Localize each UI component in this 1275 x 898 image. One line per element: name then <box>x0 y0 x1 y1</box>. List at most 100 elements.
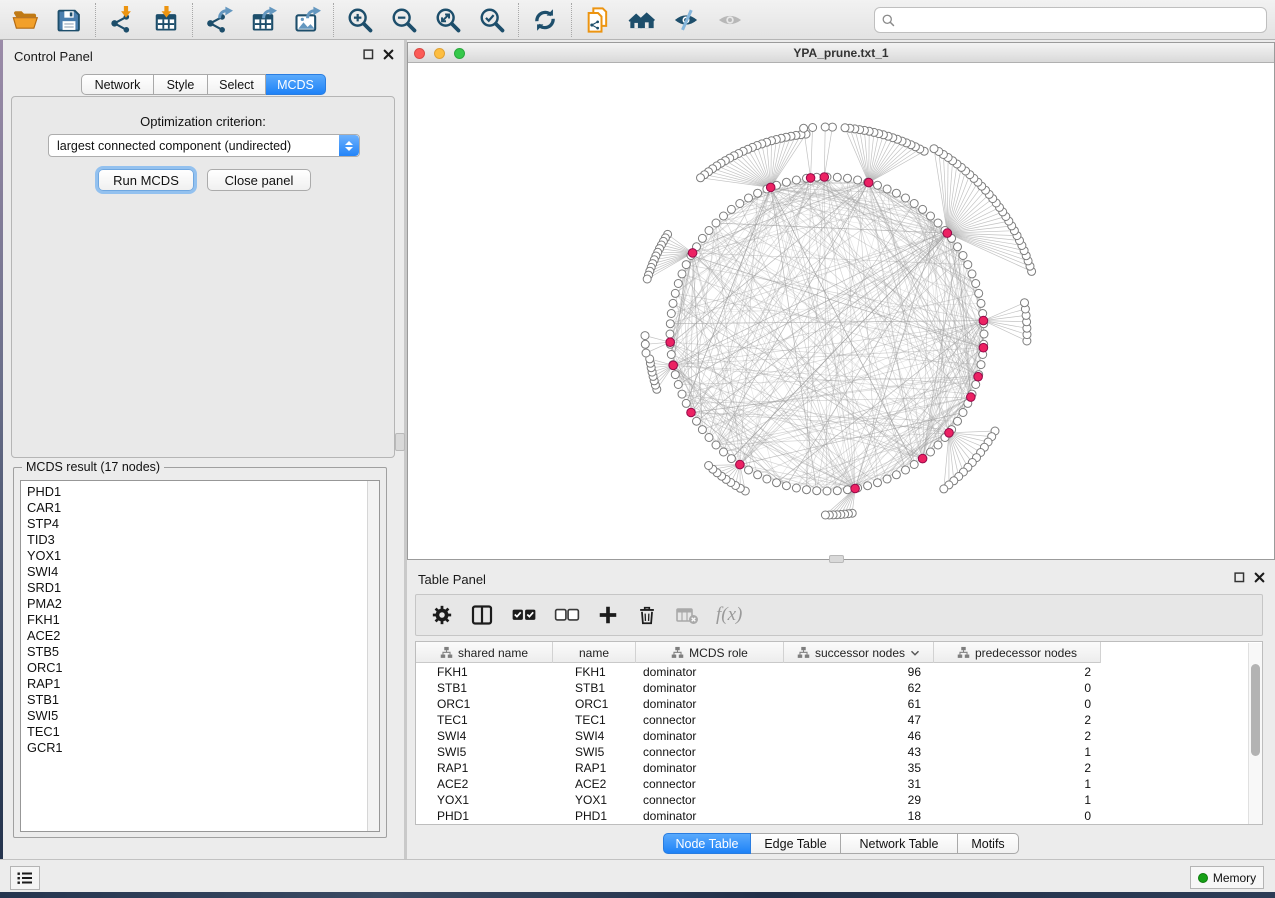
table-row[interactable]: ACE2ACE2connector311 <box>416 776 1247 792</box>
table-row[interactable]: YOX1YOX1connector291 <box>416 792 1247 808</box>
tab-network-table[interactable]: Network Table <box>841 833 958 854</box>
select-all-rows-icon[interactable] <box>511 602 537 628</box>
network-window-title: YPA_prune.txt_1 <box>408 46 1274 60</box>
network-view-window: YPA_prune.txt_1 <box>407 42 1275 560</box>
control-panel-tabs: NetworkStyleSelectMCDS <box>81 74 326 95</box>
export-network-icon[interactable] <box>202 4 236 36</box>
mcds-result-list[interactable]: PHD1CAR1STP4TID3YOX1SWI4SRD1PMA2FKH1ACE2… <box>20 480 380 832</box>
show-graphics-icon <box>713 4 747 36</box>
deselect-all-rows-icon[interactable] <box>554 602 580 628</box>
mcds-result-item[interactable]: STP4 <box>27 516 379 532</box>
zoom-selected-icon[interactable] <box>475 4 509 36</box>
column-header-name[interactable]: name <box>553 642 636 663</box>
task-history-button[interactable] <box>10 866 40 890</box>
delete-column-icon[interactable] <box>636 604 658 626</box>
column-header-MCDS-role[interactable]: MCDS role <box>636 642 784 663</box>
search-input[interactable] <box>900 12 1260 28</box>
open-file-icon[interactable] <box>8 4 42 36</box>
show-panels-icon[interactable] <box>625 4 659 36</box>
table-row[interactable]: TEC1TEC1connector472 <box>416 712 1247 728</box>
float-table-panel-icon[interactable] <box>1234 572 1245 583</box>
export-image-icon[interactable] <box>290 4 324 36</box>
tab-style[interactable]: Style <box>154 74 208 95</box>
mcds-result-item[interactable]: PHD1 <box>27 484 379 500</box>
table-scrollbar[interactable] <box>1248 643 1262 824</box>
mcds-result-item[interactable]: SWI4 <box>27 564 379 580</box>
save-session-icon[interactable] <box>52 4 86 36</box>
import-table-icon[interactable] <box>149 4 183 36</box>
column-header-successor-nodes[interactable]: successor nodes <box>784 642 934 663</box>
mcds-result-item[interactable]: YOX1 <box>27 548 379 564</box>
refresh-icon[interactable] <box>528 4 562 36</box>
mcds-result-item[interactable]: PMA2 <box>27 596 379 612</box>
table-row[interactable]: RAP1RAP1dominator352 <box>416 760 1247 776</box>
close-table-panel-icon[interactable] <box>1254 572 1265 583</box>
mcds-result-title: MCDS result (17 nodes) <box>22 460 164 474</box>
zoom-in-icon[interactable] <box>343 4 377 36</box>
zoom-fit-icon[interactable] <box>431 4 465 36</box>
tree-hierarchy-icon <box>671 646 684 659</box>
tree-hierarchy-icon <box>797 646 810 659</box>
table-row[interactable]: STB1STB1dominator620 <box>416 680 1247 696</box>
criterion-dropdown[interactable]: largest connected component (undirected) <box>48 134 360 157</box>
table-row[interactable]: SWI5SWI5connector431 <box>416 744 1247 760</box>
tab-node-table[interactable]: Node Table <box>663 833 751 854</box>
sort-chevron-icon[interactable] <box>910 648 920 658</box>
mcds-result-item[interactable]: SRD1 <box>27 580 379 596</box>
mcds-result-item[interactable]: TEC1 <box>27 724 379 740</box>
network-window-titlebar[interactable]: YPA_prune.txt_1 <box>408 43 1274 63</box>
column-header-shared-name[interactable]: shared name <box>416 642 553 663</box>
memory-button[interactable]: Memory <box>1190 866 1264 889</box>
mcds-result-item[interactable]: SWI5 <box>27 708 379 724</box>
tree-hierarchy-icon <box>440 646 453 659</box>
toolbar-separator <box>518 3 519 37</box>
close-panel-icon[interactable] <box>383 49 394 60</box>
mcds-result-item[interactable]: FKH1 <box>27 612 379 628</box>
table-scrollbar-thumb[interactable] <box>1251 664 1260 756</box>
delete-table-icon-disabled <box>675 603 699 627</box>
show-columns-icon[interactable] <box>470 603 494 627</box>
mcds-result-item[interactable]: STB5 <box>27 644 379 660</box>
table-panel-tabs: Node TableEdge TableNetwork TableMotifs <box>663 833 1019 854</box>
table-row[interactable]: PHD1PHD1dominator180 <box>416 808 1247 824</box>
table-splitter-grip[interactable] <box>829 555 844 563</box>
tab-motifs[interactable]: Motifs <box>958 833 1019 854</box>
mcds-result-item[interactable]: ACE2 <box>27 628 379 644</box>
add-column-icon[interactable] <box>597 604 619 626</box>
optimization-criterion-label: Optimization criterion: <box>12 114 394 129</box>
column-header-predecessor-nodes[interactable]: predecessor nodes <box>934 642 1101 663</box>
table-row[interactable]: ORC1ORC1dominator610 <box>416 696 1247 712</box>
mcds-list-scrollbar[interactable] <box>367 481 379 831</box>
mcds-result-item[interactable]: STB1 <box>27 692 379 708</box>
mcds-result-item[interactable]: TID3 <box>27 532 379 548</box>
network-share-file-icon[interactable] <box>581 4 615 36</box>
table-panel-title: Table Panel <box>418 572 486 587</box>
tab-edge-table[interactable]: Edge Table <box>751 833 841 854</box>
close-panel-button[interactable]: Close panel <box>207 169 311 191</box>
toolbar-separator <box>333 3 334 37</box>
table-settings-gear-icon[interactable] <box>431 604 453 626</box>
float-panel-icon[interactable] <box>363 49 374 60</box>
node-table-grid: shared namenameMCDS rolesuccessor nodesp… <box>415 641 1263 825</box>
tab-select[interactable]: Select <box>208 74 266 95</box>
hide-graphics-icon[interactable] <box>669 4 703 36</box>
search-box[interactable] <box>874 7 1267 33</box>
memory-status-dot <box>1198 873 1208 883</box>
toolbar-separator <box>192 3 193 37</box>
zoom-out-icon[interactable] <box>387 4 421 36</box>
mcds-result-item[interactable]: CAR1 <box>27 500 379 516</box>
control-panel: Control Panel NetworkStyleSelectMCDS Opt… <box>3 40 404 860</box>
run-mcds-button[interactable]: Run MCDS <box>98 169 194 191</box>
import-network-icon[interactable] <box>105 4 139 36</box>
mcds-result-item[interactable]: RAP1 <box>27 676 379 692</box>
mcds-result-item[interactable]: ORC1 <box>27 660 379 676</box>
mcds-result-item[interactable]: GCR1 <box>27 740 379 756</box>
tab-mcds[interactable]: MCDS <box>266 74 326 95</box>
export-table-icon[interactable] <box>246 4 280 36</box>
table-row[interactable]: FKH1FKH1dominator962 <box>416 664 1247 680</box>
tab-network[interactable]: Network <box>81 74 154 95</box>
control-panel-title: Control Panel <box>14 49 93 64</box>
panel-splitter-grip[interactable] <box>395 433 405 451</box>
network-canvas[interactable] <box>408 63 1274 559</box>
table-row[interactable]: SWI4SWI4dominator462 <box>416 728 1247 744</box>
